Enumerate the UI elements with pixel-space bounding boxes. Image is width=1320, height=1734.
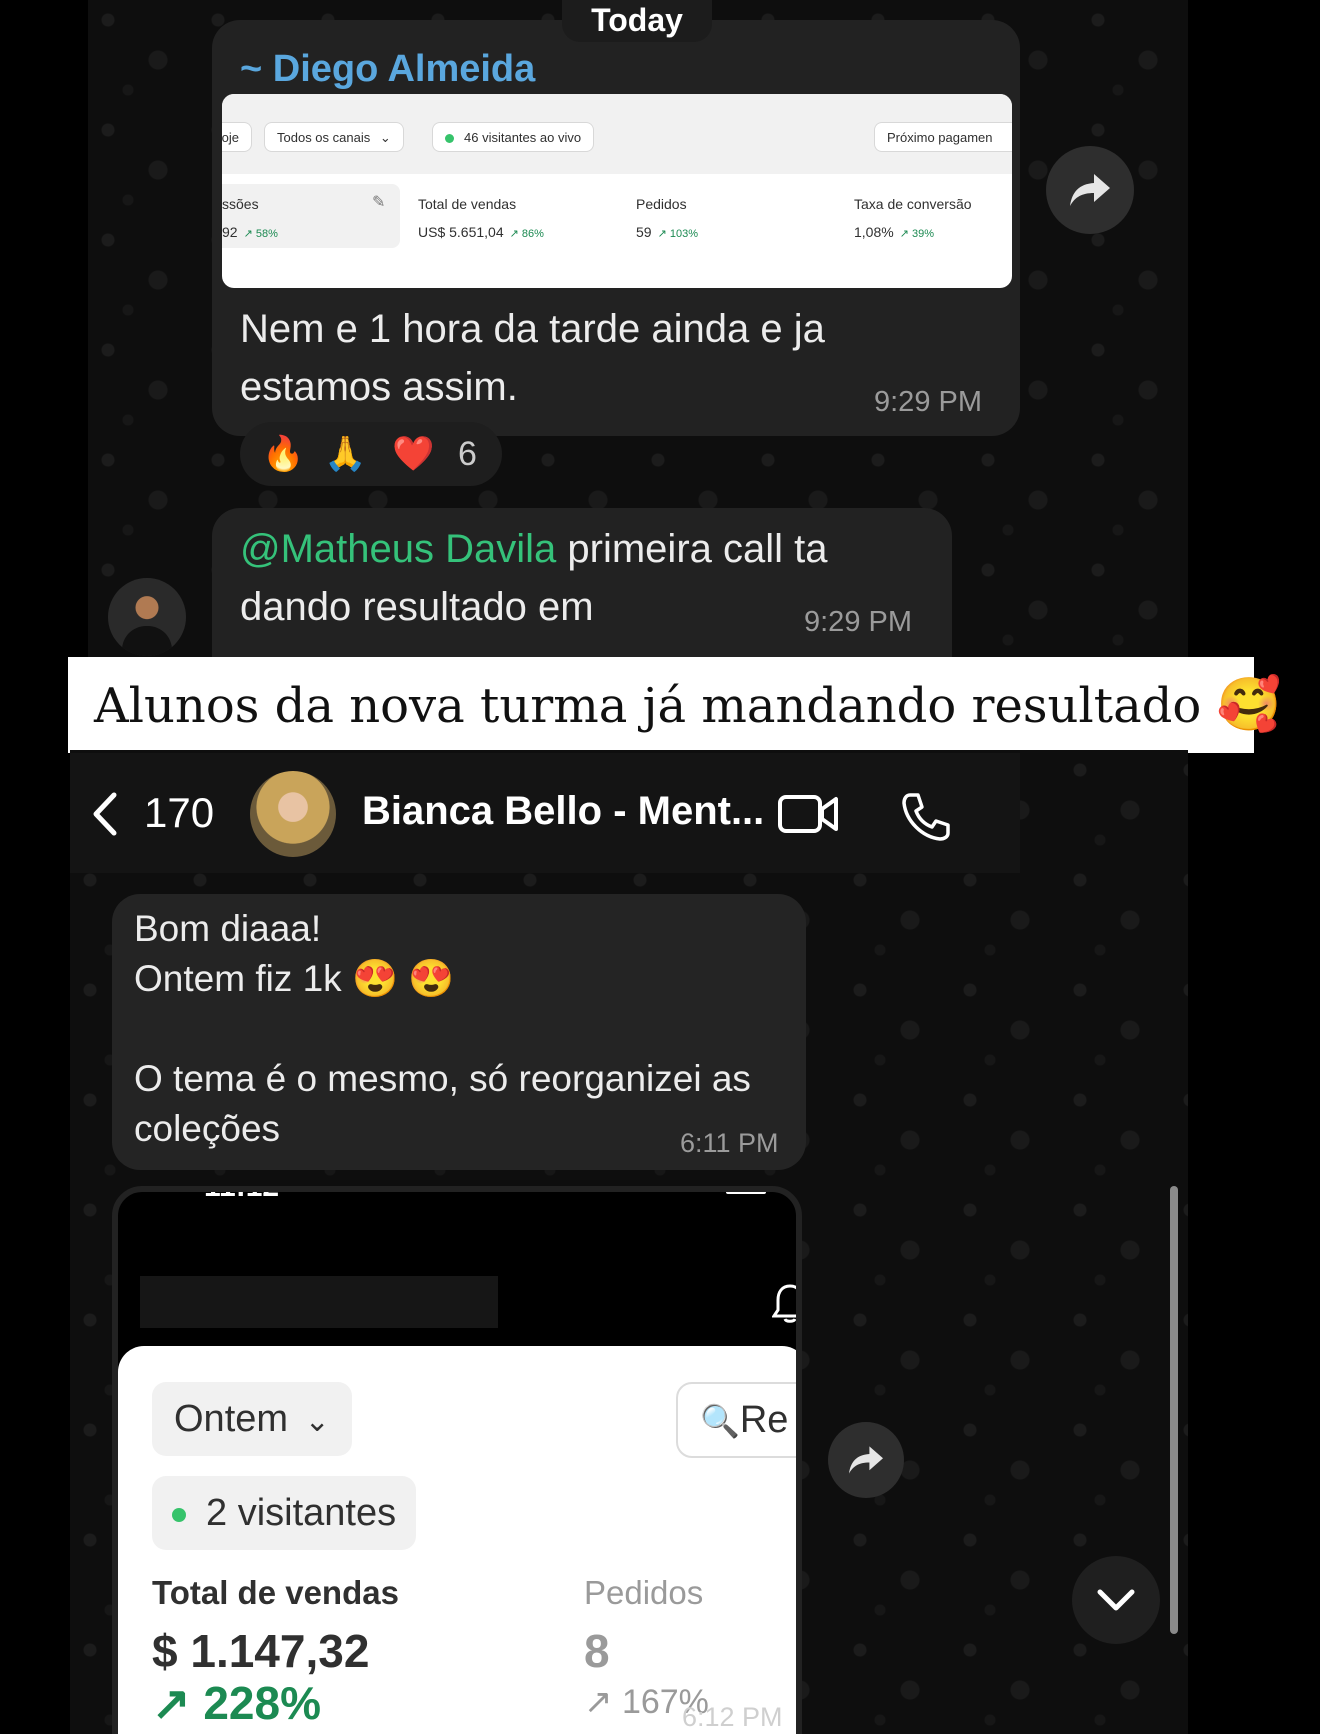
metric-change: ↗ 86% xyxy=(509,228,544,240)
video-call-icon[interactable] xyxy=(778,793,840,835)
caption-text: Alunos da nova turma já mandando resulta… xyxy=(94,678,1202,734)
visitors-pill: 2 visitantes xyxy=(152,1476,417,1550)
forward-icon xyxy=(1070,174,1110,206)
message-text-line1: @Matheus Davila primeira call ta xyxy=(240,520,828,578)
message-time: 6:11 PM xyxy=(680,1128,779,1158)
fire-emoji: 🔥 xyxy=(262,435,305,473)
total-sales-change-text: 228% xyxy=(203,1677,321,1729)
date-chip: oje xyxy=(222,122,252,152)
store-name-redacted xyxy=(140,1276,498,1328)
heart-emoji: ❤️ xyxy=(392,435,435,473)
visitors-label: 2 visitantes xyxy=(206,1492,397,1534)
live-dot-icon xyxy=(172,1507,186,1522)
message-text-line2: dando resultado em xyxy=(240,585,594,629)
caption-banner: Alunos da nova turma já mandando resulta… xyxy=(68,657,1281,753)
metric-value-text: 59 xyxy=(636,224,652,240)
avatar-body xyxy=(122,626,172,656)
scrollbar[interactable] xyxy=(1170,1186,1178,1634)
chevron-left-icon[interactable] xyxy=(90,791,120,837)
total-sales-label: Total de vendas xyxy=(152,1574,399,1611)
live-dot-icon xyxy=(445,134,454,144)
metric-change-text: 103% xyxy=(669,228,698,240)
channels-chip: Todos os canais ⌄ xyxy=(264,122,404,152)
chat-title[interactable]: Bianca Bello - Ment... xyxy=(362,789,764,834)
forward-button[interactable] xyxy=(1046,146,1134,234)
chevron-down-icon: ⌄ xyxy=(304,1405,330,1438)
chevron-down-icon: ⌄ xyxy=(379,130,391,145)
forward-button-bottom[interactable] xyxy=(828,1422,904,1498)
metric-value-text: US$ 5.651,04 xyxy=(418,224,504,240)
phone-icon[interactable] xyxy=(900,791,950,841)
screenshot-image[interactable]: oje Todos os canais ⌄ 46 visitantes ao v… xyxy=(222,94,1012,288)
heart-eyes-emoji: 😍 😍 xyxy=(351,958,455,999)
metric-change: ↗ 39% xyxy=(899,228,935,240)
message-line1: Bom diaaa! xyxy=(134,908,322,949)
report-button[interactable]: 🔍Re xyxy=(676,1382,796,1458)
screenshot-message-time: 6:12 PM xyxy=(682,1702,783,1732)
metric-value-conversion: 1,08% ↗ 39% xyxy=(854,224,934,240)
unread-count[interactable]: 170 xyxy=(144,789,214,837)
message-line4: coleções xyxy=(134,1108,281,1149)
reaction-count: 6 xyxy=(458,435,477,473)
metric-change-text: 39% xyxy=(911,228,935,240)
orders-value: 8 xyxy=(584,1625,610,1677)
metric-change: ↗ 103% xyxy=(657,228,698,240)
message-diego[interactable]: ~ Diego Almeida oje Todos os canais ⌄ 46… xyxy=(212,20,1020,436)
message-time: 9:29 PM xyxy=(874,386,982,418)
smiling-hearts-emoji: 🥰 xyxy=(1216,675,1282,735)
message-line3: O tema é o mesmo, só reorganizei as xyxy=(134,1058,751,1099)
pencil-icon: ✎ xyxy=(372,194,386,211)
avatar-bianca[interactable] xyxy=(250,771,336,857)
reactions-bar[interactable]: 🔥 🙏 ❤️ 6 xyxy=(240,422,502,486)
bell-icon[interactable] xyxy=(772,1282,802,1324)
message-text-line2: estamos assim. xyxy=(240,365,518,409)
avatar-matheus[interactable] xyxy=(108,578,186,656)
channels-chip-label: Todos os canais xyxy=(277,130,371,145)
sender-name[interactable]: ~ Diego Almeida xyxy=(240,48,535,91)
metric-value-text: 92 xyxy=(222,224,238,240)
metric-label-sessions: ssões xyxy=(222,196,259,212)
orders-label: Pedidos xyxy=(584,1574,704,1611)
metric-change: ↗ 58% xyxy=(243,228,278,240)
message-text-line1: Nem e 1 hora da tarde ainda e ja xyxy=(240,307,825,351)
signal-icons xyxy=(726,1192,766,1194)
date-separator: Today xyxy=(562,0,712,42)
report-icon: 🔍 xyxy=(700,1403,740,1439)
metric-label-conversion: Taxa de conversão xyxy=(854,196,972,212)
message-line2-text: Ontem fiz 1k xyxy=(134,958,342,999)
total-sales-change: ↗ 228% xyxy=(152,1677,321,1729)
metric-value-sessions: 92 ↗ 58% xyxy=(222,224,278,240)
period-dropdown-label: Ontem xyxy=(174,1398,289,1440)
report-button-label: Re xyxy=(739,1399,789,1441)
period-dropdown[interactable]: Ontem ⌄ xyxy=(152,1382,352,1456)
metric-value-orders: 59 ↗ 103% xyxy=(636,224,698,240)
live-visitors-chip: 46 visitantes ao vivo xyxy=(432,122,595,152)
metric-label-sales: Total de vendas xyxy=(418,196,517,212)
message-mention[interactable]: @Matheus Davila primeira call ta dando r… xyxy=(212,508,952,658)
scroll-down-button[interactable] xyxy=(1072,1556,1160,1644)
message-line2: Ontem fiz 1k 😍 😍 xyxy=(134,954,454,1004)
page: ~ Diego Almeida oje Todos os canais ⌄ 46… xyxy=(0,0,1320,1734)
forward-icon xyxy=(849,1446,883,1474)
message-bianca-text[interactable]: Bom diaaa! Ontem fiz 1k 😍 😍 O tema é o m… xyxy=(112,894,806,1170)
message-text-rest: primeira call ta xyxy=(556,527,828,571)
status-time: 11:12 xyxy=(204,1186,280,1203)
praying-hands-emoji: 🙏 xyxy=(324,435,367,473)
metric-value-text: 1,08% xyxy=(854,224,894,240)
next-payment-chip: Próximo pagamen xyxy=(874,122,1012,152)
total-sales-value: $ 1.147,32 xyxy=(152,1625,370,1677)
metric-label-orders: Pedidos xyxy=(636,196,687,212)
message-time: 9:29 PM xyxy=(804,606,912,638)
analytics-card: Ontem ⌄ 🔍Re 2 visitantes Total de vendas… xyxy=(118,1346,796,1734)
metric-value-sales: US$ 5.651,04 ↗ 86% xyxy=(418,224,544,240)
metric-change-text: 58% xyxy=(255,228,278,240)
live-visitors-label: 46 visitantes ao vivo xyxy=(464,130,582,145)
screenshot-topbar: oje Todos os canais ⌄ 46 visitantes ao v… xyxy=(222,94,1012,174)
mention-link[interactable]: @Matheus Davila xyxy=(240,527,556,571)
message-bianca-screenshot[interactable]: 11:12 Ontem ⌄ 🔍Re 2 visitantes Total de … xyxy=(112,1186,802,1734)
chevron-down-icon xyxy=(1097,1589,1135,1611)
metric-change-text: 86% xyxy=(521,228,544,240)
chat-header: 170 Bianca Bello - Ment... xyxy=(70,753,1020,873)
